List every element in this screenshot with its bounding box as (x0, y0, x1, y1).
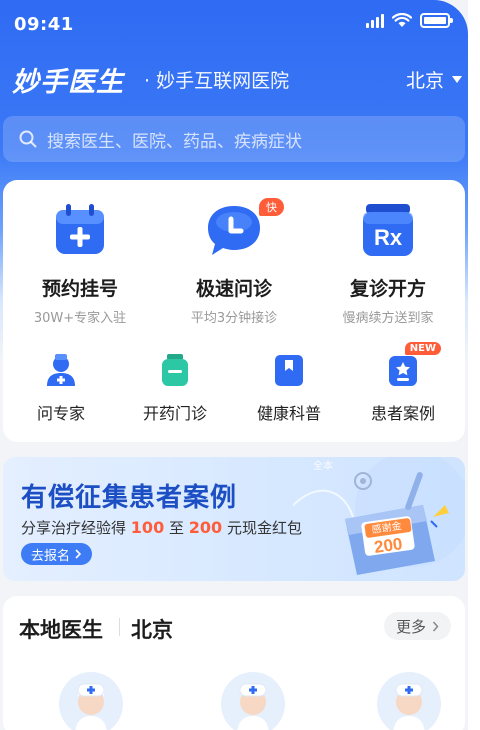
shortcut-label: 开药门诊 (142, 404, 207, 423)
signup-button[interactable]: 去报名 (21, 543, 93, 565)
more-button[interactable]: 更多 (383, 612, 451, 640)
service-title: 极速问诊 (195, 278, 272, 300)
doctor-avatar-icon (237, 683, 269, 730)
chevron-right-icon (75, 549, 82, 559)
doctor-avatar[interactable] (377, 672, 441, 730)
calendar-plus-icon (50, 200, 110, 260)
banner-sub-mid: 至 (168, 519, 184, 537)
case-star-icon: NEW (385, 342, 441, 388)
app-logo: 妙手医生 (12, 67, 124, 98)
banner-sub-prefix: 分享治疗经验得 (21, 519, 127, 537)
bookmark-book-icon (271, 352, 307, 388)
svg-text:Rx: Rx (374, 225, 403, 250)
banner-amount-max: 200 (188, 518, 223, 537)
section-title: 本地医生 (19, 618, 103, 642)
doctor-icon (43, 352, 79, 388)
shortcut-label: 患者案例 (370, 404, 435, 423)
service-desc: 慢病续方送到家 (342, 311, 434, 326)
status-time: 09:41 (14, 14, 74, 35)
doctor-avatar-icon (393, 683, 425, 730)
section-city: 北京 (131, 618, 173, 642)
fast-badge: 快 (259, 198, 284, 216)
caret-down-icon (452, 76, 462, 83)
shortcut-medicine-clinic[interactable]: 开药门诊 (125, 352, 225, 424)
shortcut-patient-cases[interactable]: NEW 患者案例 (353, 342, 453, 424)
screen-edge (468, 0, 480, 730)
service-desc: 平均3分钟接诊 (190, 311, 278, 326)
hospital-subtitle: · 妙手互联网医院 (144, 70, 290, 92)
doctor-avatar[interactable] (221, 672, 285, 730)
banner-sub-suffix: 元现金红包 (226, 519, 302, 537)
service-appointment[interactable]: 预约挂号 30W+专家入驻 (3, 200, 157, 326)
shortcut-label: 问专家 (36, 404, 85, 423)
city-label: 北京 (405, 70, 444, 92)
title-divider (119, 618, 120, 636)
rx-icon: Rx (358, 200, 418, 260)
service-title: 复诊开方 (349, 278, 426, 300)
shortcut-label: 健康科普 (256, 404, 321, 423)
service-quick-consult[interactable]: 快 极速问诊 平均3分钟接诊 (157, 198, 311, 326)
service-prescription[interactable]: Rx 复诊开方 慢病续方送到家 (311, 200, 465, 326)
cellular-signal-icon (366, 13, 384, 28)
services-card: 预约挂号 30W+专家入驻 快 极速问诊 平均3分钟接诊 Rx 复诊开方 慢病续… (3, 180, 465, 442)
envelope-amount: 200 (373, 534, 404, 557)
app-header: 妙手医生 · 妙手互联网医院 北京 (12, 58, 462, 98)
search-placeholder: 搜索医生、医院、药品、疾病症状 (47, 131, 302, 152)
wifi-icon (392, 13, 412, 27)
case-collection-banner[interactable]: 全本 感谢金 200 有偿征集患者案例 分享治疗经验得 100 至 200 元现… (3, 457, 465, 581)
city-selector[interactable]: 北京 (406, 66, 462, 93)
doctor-avatar[interactable] (59, 672, 123, 730)
search-icon (19, 130, 37, 148)
service-title: 预约挂号 (41, 278, 118, 300)
app-screen: 09:41 妙手医生 · 妙手互联网医院 北京 搜索医生、医院、药品、疾病症状 (0, 0, 468, 730)
new-badge: NEW (404, 342, 441, 355)
service-desc: 30W+专家入驻 (33, 311, 127, 326)
status-bar: 09:41 (0, 0, 468, 50)
signup-label: 去报名 (31, 548, 71, 564)
doctor-avatar-icon (75, 683, 107, 730)
more-label: 更多 (395, 617, 426, 636)
search-bar[interactable]: 搜索医生、医院、药品、疾病症状 (3, 116, 465, 162)
chevron-right-icon (432, 621, 439, 631)
banner-amount-min: 100 (130, 518, 165, 537)
banner-subtitle: 分享治疗经验得 100 至 200 元现金红包 (21, 517, 302, 538)
shortcut-health-science[interactable]: 健康科普 (239, 352, 339, 424)
chat-clock-icon: 快 (204, 198, 284, 260)
local-doctors-section: 本地医生 北京 更多 (3, 596, 465, 730)
banner-illustration: 感谢金 200 (293, 457, 465, 575)
banner-title: 有偿征集患者案例 (21, 483, 238, 513)
battery-icon (420, 13, 453, 28)
medicine-bottle-icon (157, 352, 193, 388)
status-icons (366, 13, 453, 28)
shortcut-ask-expert[interactable]: 问专家 (11, 352, 111, 424)
